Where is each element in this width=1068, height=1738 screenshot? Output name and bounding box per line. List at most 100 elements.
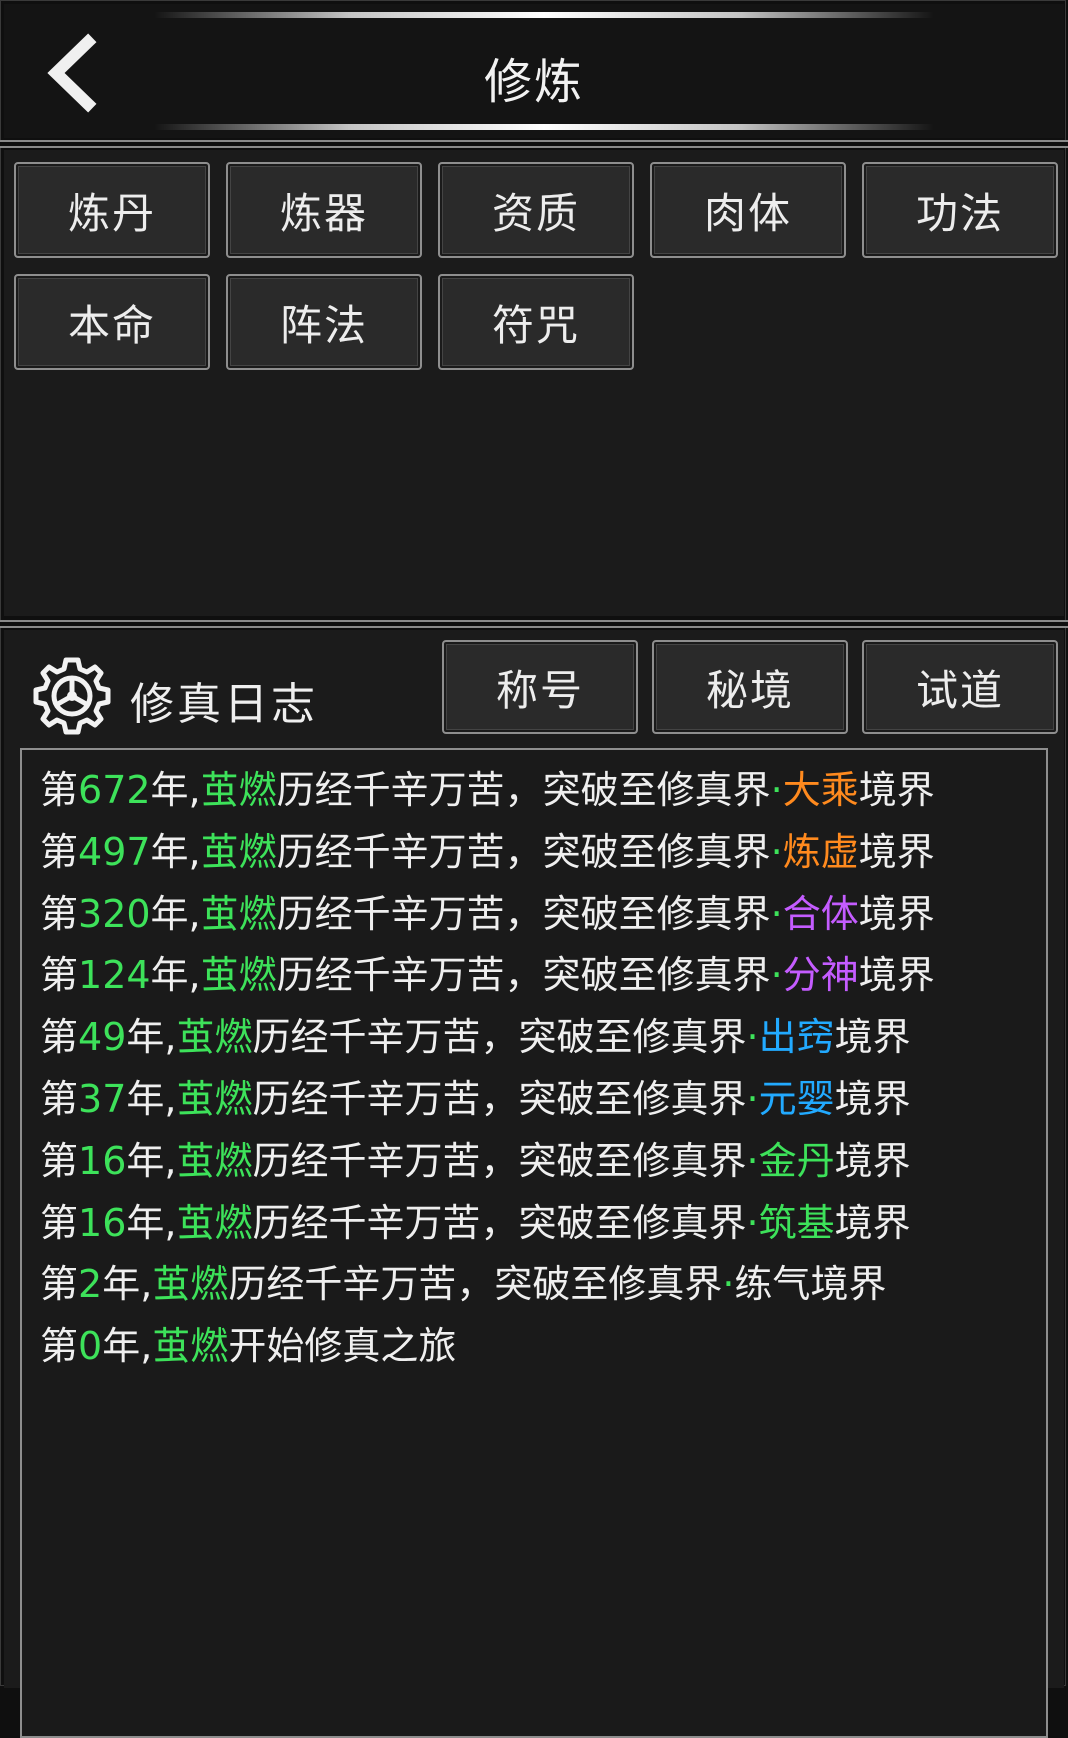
- log-year-suffix: 年,: [126, 1015, 177, 1060]
- tab-forging-button[interactable]: 炼器: [226, 162, 422, 258]
- log-prefix: 第: [40, 891, 79, 936]
- log-character-name: 茧燃: [176, 1138, 253, 1183]
- log-year-suffix: 年,: [126, 1076, 177, 1121]
- log-year-suffix: 年,: [150, 891, 201, 936]
- log-separator: ·: [746, 1076, 759, 1121]
- log-year: 16: [78, 1200, 127, 1245]
- log-entry: 第320年,茧燃历经千辛万苦，突破至修真界·合体境界: [40, 884, 1046, 946]
- log-year: 37: [78, 1076, 127, 1121]
- log-text: 历经千辛万苦，突破至修真界: [252, 1200, 747, 1245]
- log-text: 历经千辛万苦，突破至修真界: [276, 829, 771, 874]
- log-separator: ·: [770, 891, 783, 936]
- log-year-suffix: 年,: [126, 1138, 177, 1183]
- log-prefix: 第: [40, 1138, 79, 1183]
- log-realm: 合体: [782, 891, 859, 936]
- log-text: 历经千辛万苦，突破至修真界: [276, 768, 771, 812]
- log-prefix: 第: [40, 829, 79, 874]
- log-year-suffix: 年,: [150, 953, 201, 998]
- log-character-name: 茧燃: [152, 1324, 229, 1369]
- log-entry: 第672年,茧燃历经千辛万苦，突破至修真界·大乘境界: [40, 760, 1046, 822]
- log-entry: 第497年,茧燃历经千辛万苦，突破至修真界·炼虚境界: [40, 822, 1046, 884]
- log-suffix: 境界: [858, 829, 935, 874]
- log-suffix: 境界: [858, 768, 935, 812]
- log-entry: 第2年,茧燃历经千辛万苦，突破至修真界·练气境界: [40, 1254, 1046, 1316]
- tab-technique-button[interactable]: 功法: [862, 162, 1058, 258]
- log-entry: 第16年,茧燃历经千辛万苦，突破至修真界·金丹境界: [40, 1131, 1046, 1193]
- log-prefix: 第: [40, 1076, 79, 1121]
- log-realm: 分神: [782, 953, 859, 998]
- log-year: 16: [78, 1138, 127, 1183]
- log-list[interactable]: 第672年,茧燃历经千辛万苦，突破至修真界·大乘境界 第497年,茧燃历经千辛万苦…: [20, 748, 1048, 1738]
- log-text: 历经千辛万苦，突破至修真界: [228, 1262, 723, 1307]
- log-realm: 大乘: [782, 768, 859, 812]
- tab-natal-button[interactable]: 本命: [14, 274, 210, 370]
- log-year: 49: [78, 1015, 127, 1060]
- secret-realm-button[interactable]: 秘境: [652, 640, 848, 734]
- log-suffix: 境界: [834, 1076, 911, 1121]
- log-year-suffix: 年,: [102, 1324, 153, 1369]
- log-suffix: 境界: [834, 1015, 911, 1060]
- gear-icon: [33, 657, 111, 735]
- log-year: 672: [78, 768, 151, 812]
- log-text: 开始修真之旅: [228, 1324, 457, 1369]
- log-prefix: 第: [40, 1324, 79, 1369]
- log-entry: 第0年,茧燃开始修真之旅: [40, 1316, 1046, 1378]
- tab-aptitude-button[interactable]: 资质: [438, 162, 634, 258]
- log-year: 0: [78, 1324, 103, 1369]
- cultivation-panel: 炼丹 炼器 资质 肉体 功法 本命 阵法 符咒: [4, 150, 1064, 616]
- log-separator: ·: [746, 1015, 759, 1060]
- log-character-name: 茧燃: [176, 1076, 253, 1121]
- log-prefix: 第: [40, 768, 79, 812]
- tab-talisman-button[interactable]: 符咒: [438, 274, 634, 370]
- log-realm: 炼虚: [782, 829, 859, 874]
- log-character-name: 茧燃: [200, 891, 277, 936]
- log-suffix: 境界: [858, 953, 935, 998]
- log-realm: 出窍: [758, 1015, 835, 1060]
- log-separator: ·: [770, 768, 783, 812]
- divider: [0, 140, 1068, 148]
- log-entry: 第49年,茧燃历经千辛万苦，突破至修真界·出窍境界: [40, 1007, 1046, 1069]
- log-year-suffix: 年,: [126, 1200, 177, 1245]
- header-bottom-glow: [154, 124, 934, 130]
- log-prefix: 第: [40, 1262, 79, 1307]
- trial-button[interactable]: 试道: [862, 640, 1058, 734]
- log-realm: 练气: [734, 1262, 811, 1307]
- log-year: 320: [78, 891, 151, 936]
- log-realm: 元婴: [758, 1076, 835, 1121]
- log-year-suffix: 年,: [150, 768, 201, 812]
- log-suffix: 境界: [834, 1200, 911, 1245]
- log-text: 历经千辛万苦，突破至修真界: [276, 953, 771, 998]
- tab-formation-button[interactable]: 阵法: [226, 274, 422, 370]
- header-bar: 修炼: [4, 4, 1064, 138]
- tab-alchemy-button[interactable]: 炼丹: [14, 162, 210, 258]
- tab-body-button[interactable]: 肉体: [650, 162, 846, 258]
- log-year: 124: [78, 953, 151, 998]
- log-title: 修真日志: [130, 679, 318, 730]
- log-separator: ·: [770, 829, 783, 874]
- log-text: 历经千辛万苦，突破至修真界: [252, 1138, 747, 1183]
- log-text: 历经千辛万苦，突破至修真界: [252, 1076, 747, 1121]
- log-entry: 第37年,茧燃历经千辛万苦，突破至修真界·元婴境界: [40, 1069, 1046, 1131]
- log-separator: ·: [722, 1262, 735, 1307]
- log-separator: ·: [746, 1200, 759, 1245]
- log-character-name: 茧燃: [176, 1015, 253, 1060]
- log-separator: ·: [746, 1138, 759, 1183]
- log-realm: 金丹: [758, 1138, 835, 1183]
- title-button[interactable]: 称号: [442, 640, 638, 734]
- log-suffix: 境界: [834, 1138, 911, 1183]
- log-year: 497: [78, 829, 151, 874]
- log-panel: 修真日志 称号 秘境 试道 第672年,茧燃历经千辛万苦，突破至修真界·大乘境界…: [4, 630, 1064, 1738]
- log-text: 历经千辛万苦，突破至修真界: [276, 891, 771, 936]
- log-prefix: 第: [40, 1200, 79, 1245]
- log-text: 历经千辛万苦，突破至修真界: [252, 1015, 747, 1060]
- log-suffix: 境界: [858, 891, 935, 936]
- log-character-name: 茧燃: [176, 1200, 253, 1245]
- log-separator: ·: [770, 953, 783, 998]
- log-suffix: 境界: [810, 1262, 887, 1307]
- page-title: 修炼: [483, 54, 584, 110]
- header-top-glow: [154, 12, 934, 18]
- log-character-name: 茧燃: [200, 953, 277, 998]
- log-prefix: 第: [40, 1015, 79, 1060]
- log-year-suffix: 年,: [150, 829, 201, 874]
- log-year: 2: [78, 1262, 103, 1307]
